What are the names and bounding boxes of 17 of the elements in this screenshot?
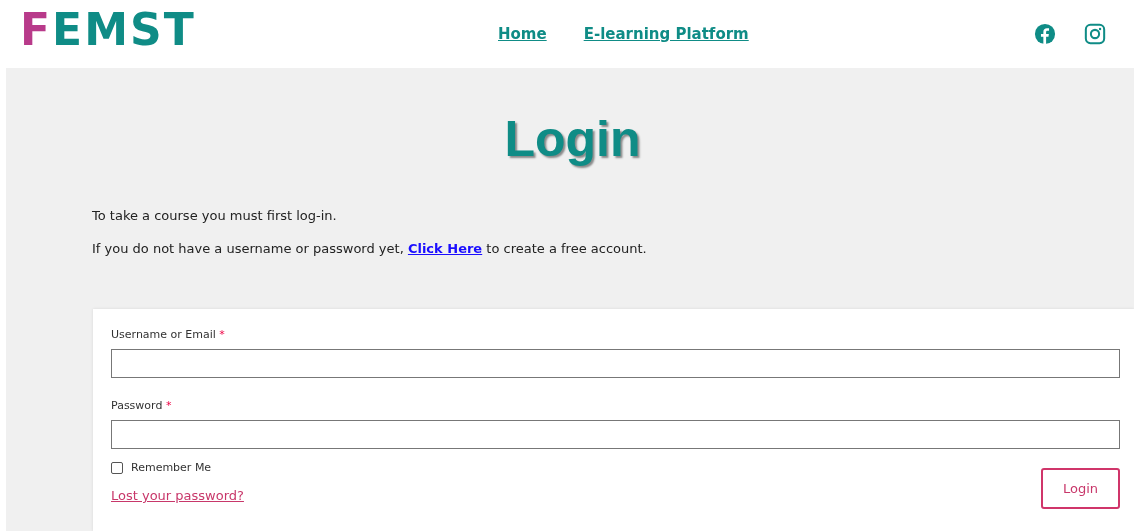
intro-text: To take a course you must first log-in. [91,208,338,223]
lost-password-link[interactable]: Lost your password? [111,488,244,503]
click-here-link[interactable]: Click Here [407,241,483,256]
field-label: Username or Email * [111,328,225,341]
page-title: Login [503,110,642,168]
facebook-icon[interactable] [1034,23,1056,45]
checkbox[interactable] [111,461,123,474]
logo[interactable]: FEMST [20,8,260,52]
login-button[interactable]: Login [1041,468,1120,509]
nav-link[interactable]: Home [498,25,547,43]
input-field[interactable] [111,349,1120,378]
intro-text: If you do not have a username or password yet, Click Here to create a free account. [91,241,648,256]
instagram-icon[interactable] [1084,23,1106,45]
input-field[interactable] [111,420,1120,449]
remember-label: Remember Me [131,461,212,474]
field-label: Password * [111,399,172,412]
nav-link[interactable]: E-learning Platform [583,25,749,43]
